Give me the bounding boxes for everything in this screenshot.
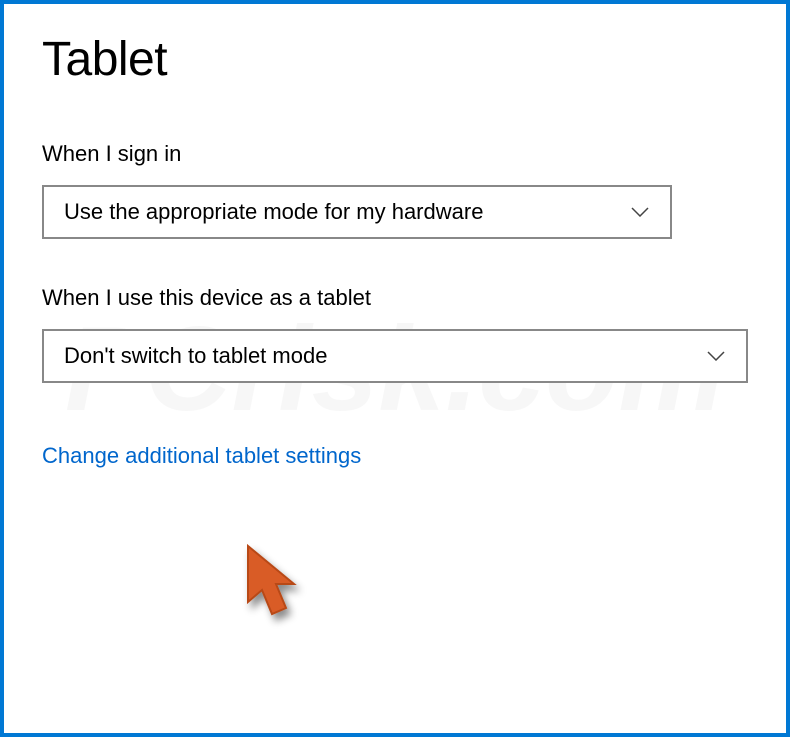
signin-dropdown-value: Use the appropriate mode for my hardware xyxy=(64,199,483,225)
content-area: Tablet When I sign in Use the appropriat… xyxy=(42,32,748,469)
page-title: Tablet xyxy=(42,32,748,87)
tablet-use-label: When I use this device as a tablet xyxy=(42,285,748,311)
tablet-use-dropdown-value: Don't switch to tablet mode xyxy=(64,343,327,369)
settings-window: PCrisk.com Tablet When I sign in Use the… xyxy=(0,0,790,737)
tablet-use-dropdown[interactable]: Don't switch to tablet mode xyxy=(42,329,748,383)
signin-label: When I sign in xyxy=(42,141,748,167)
annotation-cursor-arrow xyxy=(236,540,326,655)
change-additional-settings-link[interactable]: Change additional tablet settings xyxy=(42,443,361,469)
signin-dropdown[interactable]: Use the appropriate mode for my hardware xyxy=(42,185,672,239)
tablet-use-setting-group: When I use this device as a tablet Don't… xyxy=(42,285,748,383)
chevron-down-icon xyxy=(706,346,726,366)
signin-setting-group: When I sign in Use the appropriate mode … xyxy=(42,141,748,239)
chevron-down-icon xyxy=(630,202,650,222)
